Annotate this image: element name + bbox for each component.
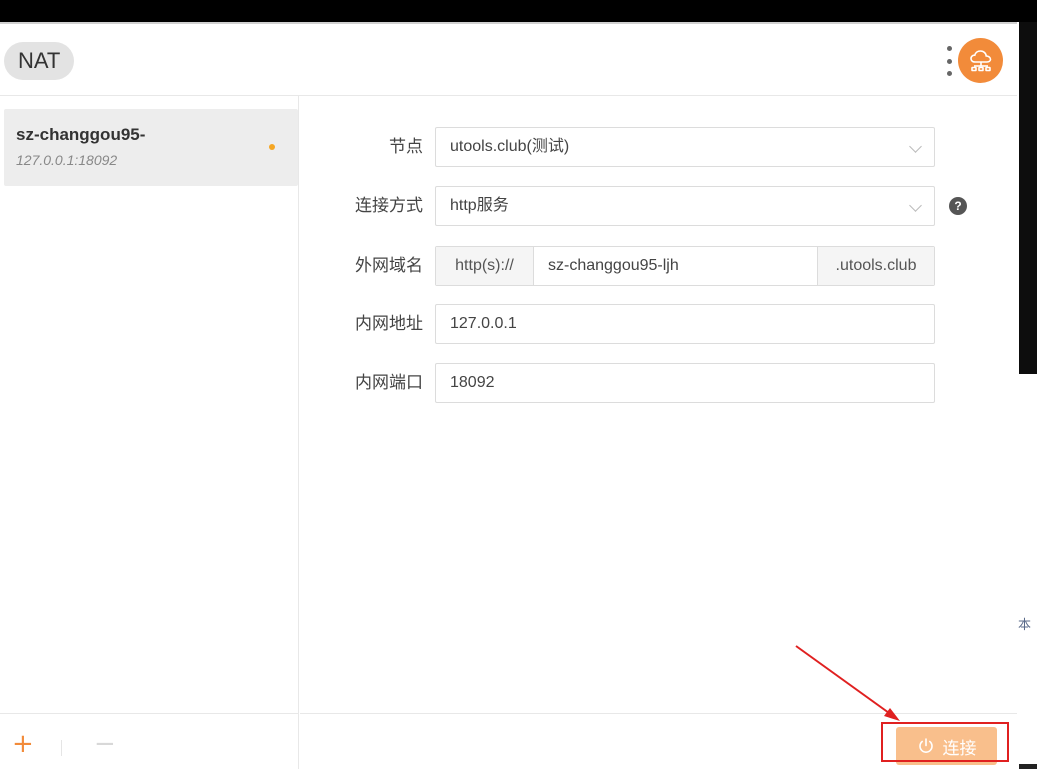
node-label: 节点 xyxy=(389,137,423,157)
host-row: 内网地址 127.0.0.1 xyxy=(300,304,1017,344)
nat-item-address: 127.0.0.1:18092 xyxy=(16,152,118,168)
port-input[interactable]: 18092 xyxy=(435,363,935,403)
more-dot xyxy=(946,46,952,51)
app-title: NAT xyxy=(4,42,75,80)
help-icon[interactable]: ? xyxy=(949,197,967,215)
desktop-background-top xyxy=(0,0,1037,22)
mode-select-value: http服务 xyxy=(450,197,509,214)
cloud-network-icon[interactable] xyxy=(958,38,1003,83)
host-label: 内网地址 xyxy=(355,314,423,334)
background-dark-panel xyxy=(1019,22,1037,374)
chevron-down-icon xyxy=(909,140,922,153)
remove-nat-button[interactable]: − xyxy=(94,731,116,757)
node-select[interactable]: utools.club(测试) xyxy=(435,127,935,167)
mode-row: 连接方式 http服务 ? xyxy=(300,186,1017,226)
domain-input[interactable]: sz-changgou95-ljh xyxy=(534,247,817,285)
domain-label: 外网域名 xyxy=(355,256,423,276)
nat-list-sidebar: sz-changgou95- 127.0.0.1:18092 xyxy=(0,96,299,713)
domain-row: 外网域名 http(s):// sz-changgou95-ljh .utool… xyxy=(300,246,1017,286)
nat-item-name: sz-changgou95- xyxy=(16,125,146,144)
nat-list-item[interactable]: sz-changgou95- 127.0.0.1:18092 xyxy=(4,109,298,186)
footer-divider xyxy=(61,740,62,756)
chevron-down-icon xyxy=(909,199,922,212)
more-dot xyxy=(946,71,952,76)
nat-config-form: 节点 utools.club(测试) 连接方式 http服务 ? 外网域名 ht… xyxy=(300,96,1017,713)
node-select-value: utools.club(测试) xyxy=(450,138,570,155)
power-icon xyxy=(918,738,933,753)
port-row: 内网端口 18092 xyxy=(300,363,1017,403)
node-row: 节点 utools.club(测试) xyxy=(300,127,1017,167)
more-vertical-icon[interactable] xyxy=(944,46,954,76)
domain-suffix: .utools.club xyxy=(817,247,934,285)
host-input[interactable]: 127.0.0.1 xyxy=(435,304,935,344)
header: NAT xyxy=(0,24,1017,96)
form-footer: 连接 xyxy=(300,713,1017,769)
add-nat-button[interactable]: + xyxy=(12,731,34,757)
port-label: 内网端口 xyxy=(355,373,423,393)
mode-label: 连接方式 xyxy=(355,196,423,216)
background-window-edge: 本 xyxy=(1017,22,1037,769)
status-dot xyxy=(269,144,275,150)
sidebar-footer: + − xyxy=(0,713,299,769)
background-dark-edge xyxy=(1019,764,1037,769)
connect-button[interactable]: 连接 xyxy=(896,727,997,765)
more-dot xyxy=(946,58,952,64)
domain-prefix: http(s):// xyxy=(436,247,534,285)
domain-input-group: http(s):// sz-changgou95-ljh .utools.clu… xyxy=(435,246,935,286)
mode-select[interactable]: http服务 xyxy=(435,186,935,226)
nat-window: NAT sz-changgou95- 127.0.0.1:18092 节点 ut… xyxy=(0,22,1017,769)
background-text-fragment: 本 xyxy=(1018,618,1032,633)
connect-button-label: 连接 xyxy=(942,738,977,759)
